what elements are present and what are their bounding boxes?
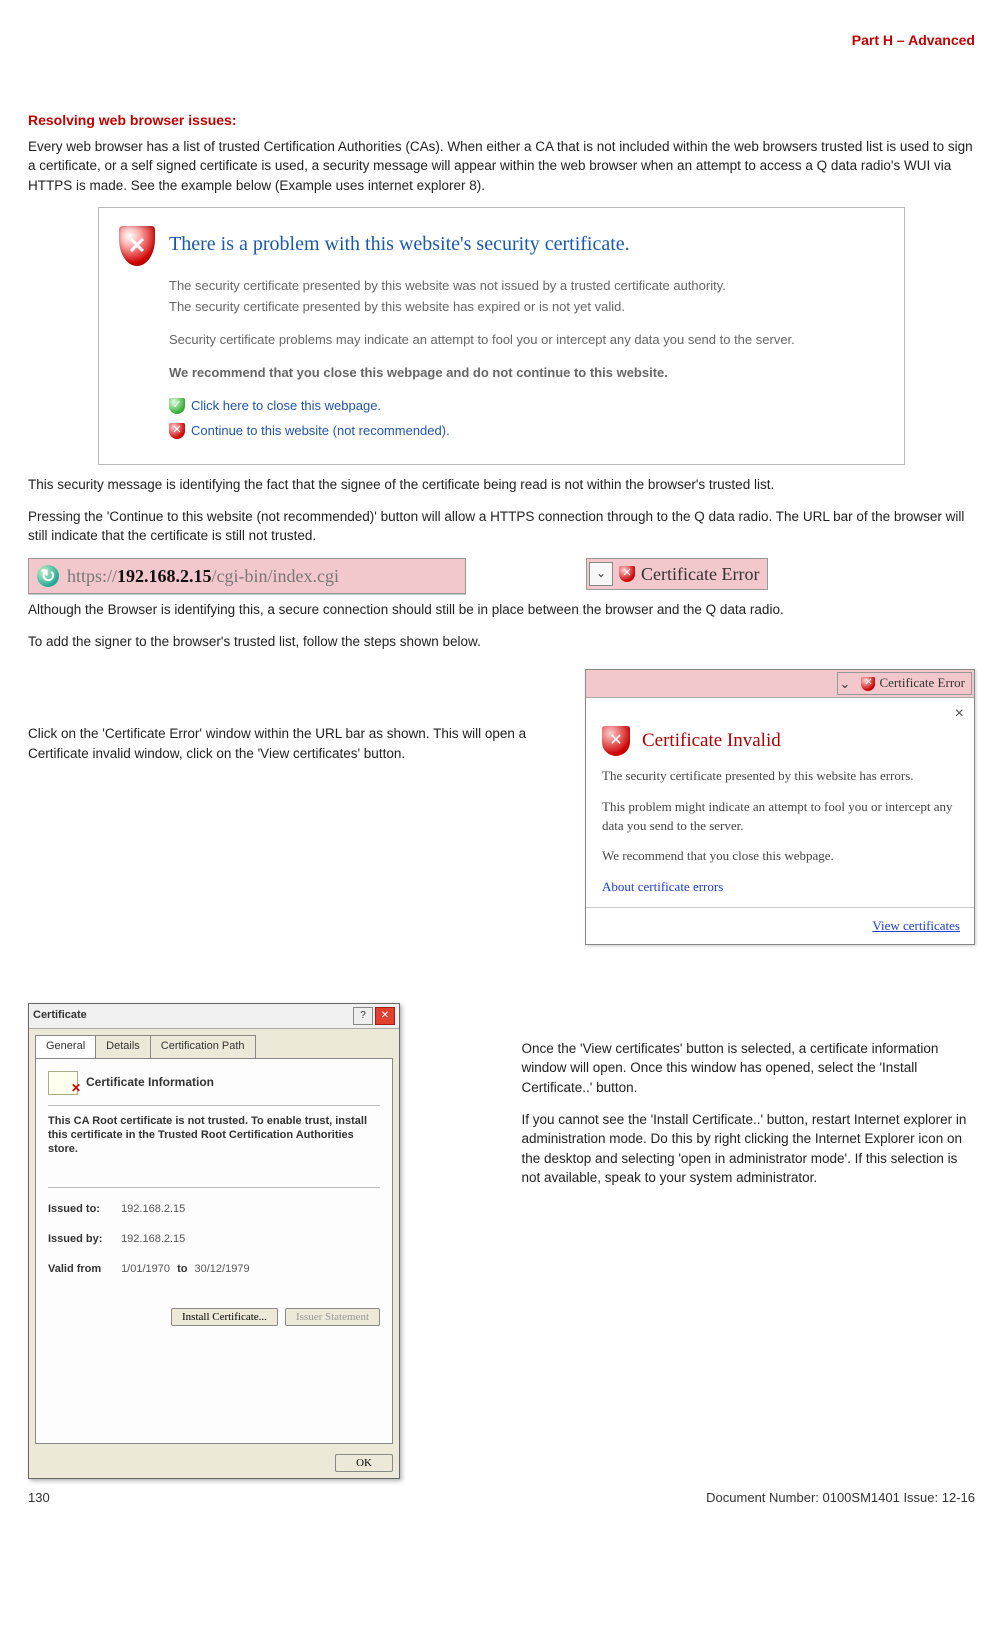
valid-from-value: 1/01/1970 [121,1263,170,1275]
issued-to-value: 192.168.2.15 [121,1203,185,1215]
certificate-invalid-popup: ⌄ ✕ Certificate Error × ✕ Certificate In… [585,669,975,945]
help-button[interactable]: ? [353,1007,373,1025]
dropdown-icon[interactable]: ⌄ [839,675,857,693]
ie-security-warning: ✕ There is a problem with this website's… [98,207,905,465]
tab-certification-path[interactable]: Certification Path [150,1035,256,1058]
page-header: Part H – Advanced [28,30,975,50]
ie-warning-recommend: We recommend that you close this webpage… [169,364,884,383]
cert-error-label: Certificate Error [879,674,965,693]
continue-link[interactable]: Continue to this website (not recommende… [191,422,450,441]
ie-warning-title: There is a problem with this website's s… [169,230,630,259]
popup-text: We recommend that you close this webpage… [602,847,958,866]
popup-title: Certificate Invalid [642,727,781,755]
ie-warning-line: The security certificate presented by th… [169,298,884,317]
url-scheme: https:// [67,566,117,586]
body-paragraph: Although the Browser is identifying this… [28,600,975,620]
address-bar[interactable]: ↻ https://192.168.2.15/cgi-bin/index.cgi [28,558,466,594]
valid-to-label: to [173,1262,191,1278]
url-host: 192.168.2.15 [117,566,212,586]
body-paragraph: Pressing the 'Continue to this website (… [28,507,975,546]
cert-trust-message: This CA Root certificate is not trusted.… [48,1114,380,1157]
close-webpage-link[interactable]: Click here to close this webpage. [191,397,381,416]
ok-button[interactable]: OK [335,1454,393,1472]
shield-error-icon: ✕ [861,677,875,691]
close-button[interactable]: ✕ [375,1007,395,1025]
issuer-statement-button: Issuer Statement [285,1308,380,1326]
certificate-icon [48,1071,78,1095]
page-number: 130 [28,1489,50,1508]
popup-text: The security certificate presented by th… [602,767,958,786]
shield-error-icon: ✕ [119,226,155,266]
shield-error-icon: ✕ [169,423,185,439]
issued-to-label: Issued to: [48,1202,118,1218]
step2-instruction: Once the 'View certificates' button is s… [522,1039,976,1098]
issued-by-label: Issued by: [48,1232,118,1248]
ie-warning-line: Security certificate problems may indica… [169,331,884,350]
intro-paragraph: Every web browser has a list of trusted … [28,137,975,196]
shield-error-icon: ✕ [619,566,635,582]
site-favicon-icon: ↻ [37,565,59,587]
certificate-dialog: Certificate ? ✕ General Details Certific… [28,1003,400,1479]
popup-text: This problem might indicate an attempt t… [602,798,958,836]
tab-general[interactable]: General [35,1035,96,1058]
tab-details[interactable]: Details [95,1035,151,1058]
dialog-title: Certificate [33,1008,87,1024]
step2-instruction: If you cannot see the 'Install Certifica… [522,1110,976,1188]
shield-error-icon: ✕ [602,726,630,756]
close-icon[interactable]: × [586,698,974,725]
view-certificates-link[interactable]: View certificates [872,918,960,933]
page-footer: 130 Document Number: 0100SM1401 Issue: 1… [28,1489,975,1508]
certificate-error-badge[interactable]: ⌄ ✕ Certificate Error [837,672,972,695]
valid-to-value: 30/12/1979 [195,1263,250,1275]
body-paragraph: To add the signer to the browser's trust… [28,632,975,652]
step1-instruction: Click on the 'Certificate Error' window … [28,724,545,763]
valid-from-label: Valid from [48,1262,118,1278]
cert-error-label: Certificate Error [641,561,759,587]
ie-warning-line: The security certificate presented by th… [169,277,884,296]
about-cert-errors-link[interactable]: About certificate errors [602,879,723,894]
url-path: /cgi-bin/index.cgi [212,566,339,586]
document-info: Document Number: 0100SM1401 Issue: 12-16 [706,1489,975,1508]
install-certificate-button[interactable]: Install Certificate... [171,1308,278,1326]
dropdown-icon[interactable]: ⌄ [589,562,613,586]
issued-by-value: 192.168.2.15 [121,1233,185,1245]
body-paragraph: This security message is identifying the… [28,475,975,495]
cert-info-heading: Certificate Information [86,1074,214,1091]
certificate-error-badge[interactable]: ⌄ ✕ Certificate Error [586,558,768,590]
section-heading: Resolving web browser issues: [28,110,975,130]
shield-ok-icon: ✓ [169,398,185,414]
